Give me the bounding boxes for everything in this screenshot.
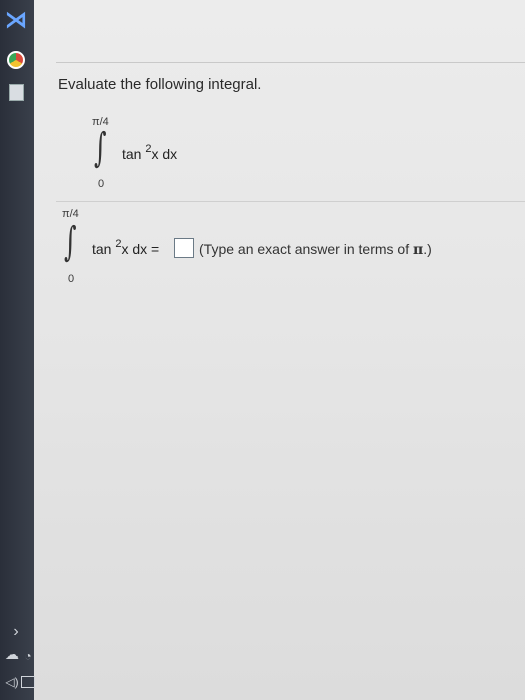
section-divider (56, 201, 525, 202)
calculator-icon[interactable] (6, 82, 26, 102)
problem-integrand: tan 2x dx (122, 143, 178, 162)
taskbar: ⋊ › ☁ ◔ ◁) (0, 0, 35, 700)
problem-var: x dx (151, 146, 178, 162)
visual-studio-icon[interactable]: ⋊ (5, 7, 27, 32)
pi-symbol: π (412, 242, 424, 258)
answer-exponent: 2 (115, 238, 122, 250)
question-prompt: Evaluate the following integral. (58, 76, 262, 93)
problem-lower-limit: 0 (98, 178, 105, 190)
problem-exponent: 2 (145, 143, 152, 155)
problem-func: tan (122, 146, 142, 162)
chrome-icon[interactable] (6, 50, 26, 70)
answer-integrand: tan 2x dx = (92, 238, 160, 257)
problem-integral-sign: ∫ (94, 125, 107, 171)
answer-input[interactable] (174, 238, 194, 258)
chevron-up-icon[interactable]: › (6, 622, 26, 642)
answer-integral-sign: ∫ (64, 219, 77, 265)
header-divider (56, 62, 525, 63)
answer-tail: x dx = (121, 241, 160, 257)
question-panel: Evaluate the following integral. π/4 ∫ 0… (34, 0, 525, 700)
instruction-close: .) (423, 241, 432, 257)
answer-lower-limit: 0 (68, 273, 75, 285)
instruction-open: (Type an exact answer in terms of (199, 241, 413, 257)
answer-instruction: (Type an exact answer in terms of π.) (199, 241, 432, 258)
answer-func: tan (92, 241, 112, 257)
